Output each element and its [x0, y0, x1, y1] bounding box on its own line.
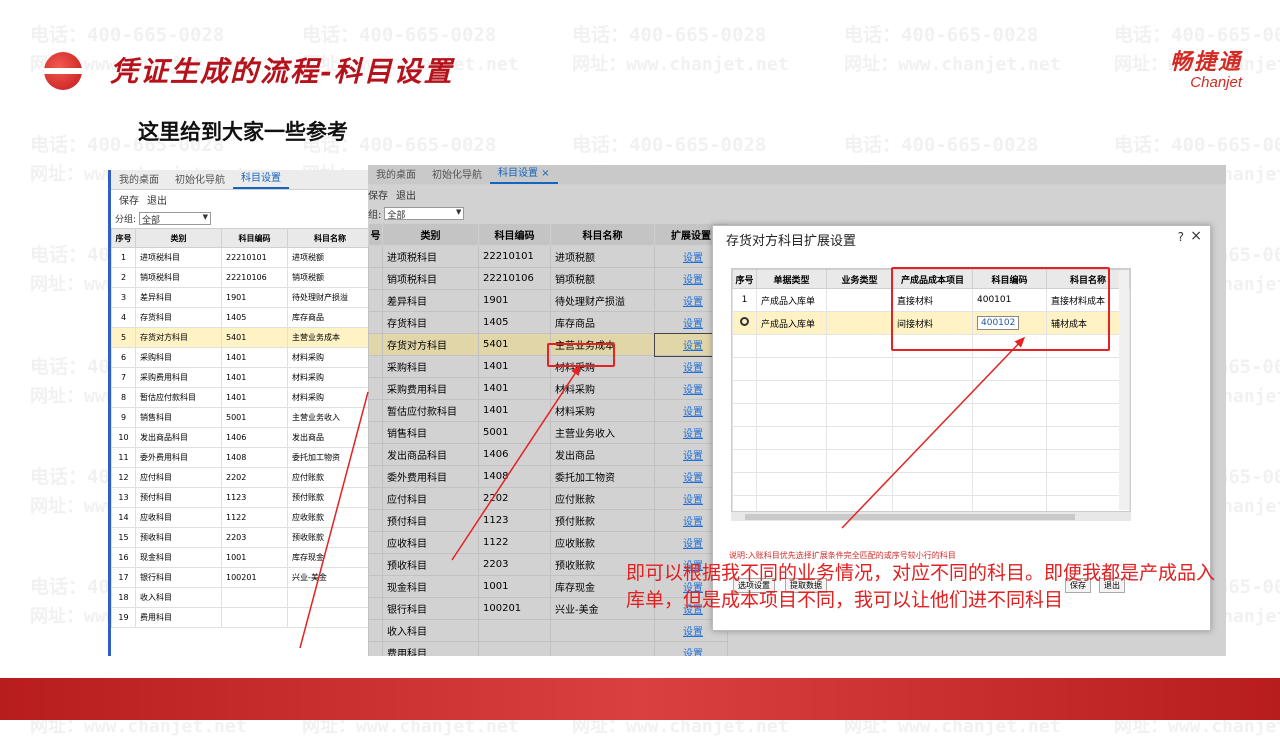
arrow-left — [299, 391, 369, 649]
annotation-caption: 即可以根据我不同的业务情况，对应不同的科目。即便我都是产成品入库单，但是成本项目… — [626, 562, 1216, 611]
arrow-right — [841, 336, 1026, 529]
arrow-middle — [451, 364, 581, 561]
footer-band — [0, 678, 1280, 720]
